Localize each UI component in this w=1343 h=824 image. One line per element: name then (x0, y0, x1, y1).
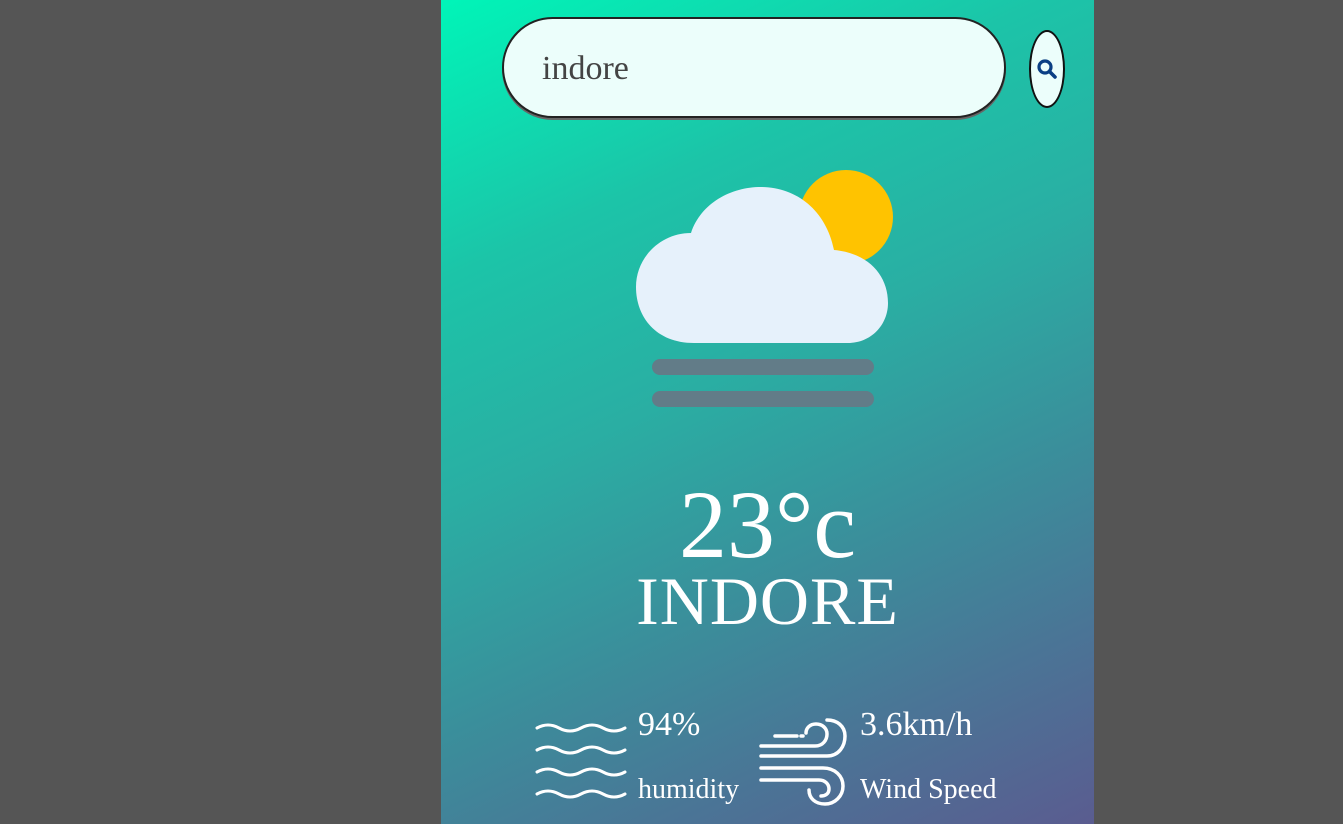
weather-card: 23°c INDORE 94% humidity 3.6km/h Wind Sp… (441, 0, 1094, 824)
city-name: INDORE (636, 563, 899, 639)
search-input[interactable] (542, 47, 962, 91)
search-button[interactable] (1029, 30, 1065, 108)
wind-speed-value: 3.6km/h (860, 706, 973, 743)
wind-speed-label: Wind Speed (860, 774, 997, 805)
humidity-value: 94% (638, 706, 701, 743)
wind-icon (759, 718, 847, 806)
search-icon (1037, 59, 1057, 79)
humidity-label: humidity (638, 774, 740, 805)
search-bar[interactable] (502, 17, 1006, 118)
cloud-sun-fog-icon (636, 170, 893, 407)
humidity-icon (535, 723, 627, 799)
